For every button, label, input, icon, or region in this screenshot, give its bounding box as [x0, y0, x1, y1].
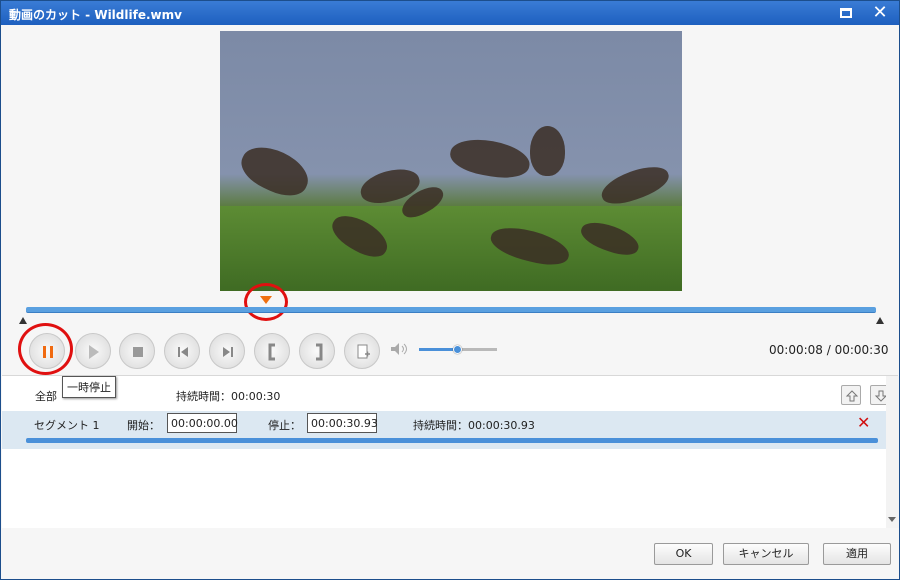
playhead-marker-icon[interactable]: [260, 296, 272, 304]
stop-icon: [133, 347, 143, 357]
title-bar: 動画のカット - Wildlife.wmv ✕: [1, 1, 899, 25]
cut-video-dialog: 動画のカット - Wildlife.wmv ✕ 00:00:08 / 00:00…: [0, 0, 900, 580]
segment-end-field[interactable]: 00:00:30.93: [307, 413, 378, 433]
ok-button[interactable]: OK: [654, 543, 713, 565]
next-icon: [223, 347, 233, 357]
stop-button[interactable]: [119, 333, 155, 369]
window-title: 動画のカット - Wildlife.wmv: [9, 8, 182, 22]
previous-icon: [178, 347, 188, 357]
add-segment-button[interactable]: [344, 333, 380, 369]
pause-icon: [43, 346, 53, 358]
segment-end-label: 停止：: [268, 419, 301, 432]
segment-start-label: 開始：: [127, 419, 160, 432]
set-end-icon: [316, 343, 323, 361]
set-start-icon: [268, 343, 275, 361]
summary-duration: 持続時間：00:00:30: [176, 390, 281, 403]
pause-button[interactable]: [29, 333, 65, 369]
arrow-up-icon: [845, 390, 859, 402]
delete-segment-icon[interactable]: ✕: [857, 413, 870, 432]
pause-tooltip: 一時停止: [62, 376, 116, 398]
timeline-bar[interactable]: [26, 307, 876, 313]
time-display: 00:00:08 / 00:00:30: [769, 343, 889, 357]
summary-all-label: 全部: [35, 390, 57, 403]
apply-button[interactable]: 適用: [823, 543, 891, 565]
set-start-button[interactable]: [254, 333, 290, 369]
video-preview: [220, 31, 682, 291]
segment-name: セグメント 1: [34, 419, 100, 432]
maximize-button[interactable]: [835, 3, 857, 23]
segment-duration: 持続時間：00:00:30.93: [413, 419, 535, 432]
volume-slider-fill: [419, 348, 457, 351]
segment-start-field[interactable]: 00:00:00.00: [167, 413, 238, 433]
previous-button[interactable]: [164, 333, 200, 369]
timeline-start-handle-icon[interactable]: [19, 317, 27, 324]
segment-list-panel: [2, 376, 886, 528]
segment-range-bar[interactable]: [26, 438, 878, 443]
vertical-scrollbar[interactable]: [886, 376, 899, 528]
next-button[interactable]: [209, 333, 245, 369]
add-segment-icon: [357, 344, 370, 359]
scroll-down-arrow-icon[interactable]: [888, 517, 896, 522]
volume-icon[interactable]: [390, 342, 410, 356]
maximize-icon: [840, 8, 852, 18]
close-button[interactable]: ✕: [869, 3, 891, 23]
play-segment-button[interactable]: [75, 333, 111, 369]
play-segment-icon: [89, 345, 99, 359]
set-end-button[interactable]: [299, 333, 335, 369]
move-up-button[interactable]: [841, 385, 861, 405]
volume-slider-knob[interactable]: [453, 345, 462, 354]
cancel-button[interactable]: キャンセル: [723, 543, 809, 565]
timeline-end-handle-icon[interactable]: [876, 317, 884, 324]
